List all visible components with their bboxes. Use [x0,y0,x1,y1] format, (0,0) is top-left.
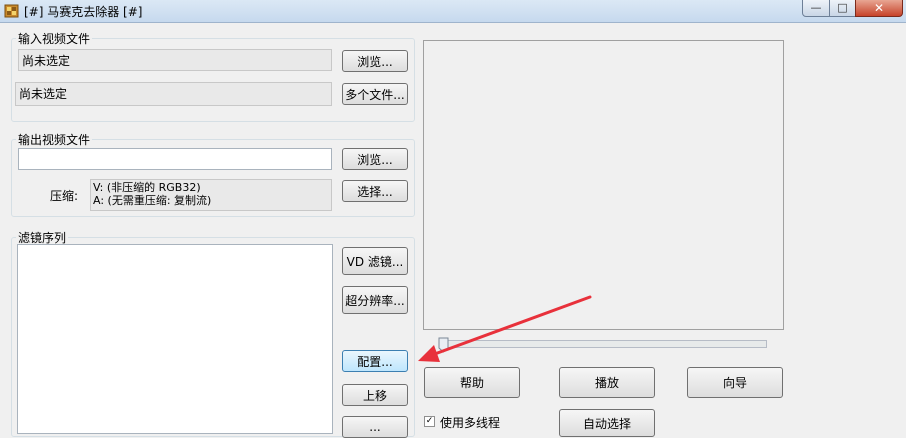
input-file-field-2: 尚未选定 [15,82,332,106]
output-file-input[interactable] [18,148,332,170]
seek-slider-thumb[interactable] [438,337,449,353]
maximize-icon: □ [837,1,848,14]
multiple-files-button[interactable]: 多个文件... [342,83,408,105]
title-bar: [#] 马赛克去除器 [#] — □ ✕ [0,0,906,23]
wizard-button[interactable]: 向导 [687,367,783,398]
compression-select-button[interactable]: 选择... [342,180,408,202]
help-button[interactable]: 帮助 [424,367,520,398]
minimize-icon: — [810,1,822,14]
compression-video: V: (非压缩的 RGB32) [93,181,201,194]
minimize-button[interactable]: — [802,0,830,17]
play-button[interactable]: 播放 [559,367,655,398]
vd-filter-button[interactable]: VD 滤镜... [342,247,408,275]
close-button[interactable]: ✕ [855,0,903,17]
partial-button[interactable]: ... [342,416,408,438]
video-preview [423,40,784,330]
filter-list[interactable] [17,244,333,434]
compression-info: V: (非压缩的 RGB32) A: (无需重压缩: 复制流) [90,179,332,211]
output-browse-button[interactable]: 浏览... [342,148,408,170]
app-icon [4,4,19,18]
input-browse-button[interactable]: 浏览... [342,50,408,72]
maximize-button[interactable]: □ [829,0,856,17]
input-video-group-label: 输入视频文件 [16,30,93,47]
input-file-field-1: 尚未选定 [18,49,332,71]
compression-audio: A: (无需重压缩: 复制流) [93,194,212,207]
super-resolution-button[interactable]: 超分辨率... [342,286,408,314]
multithread-label: 使用多线程 [440,416,501,430]
window-title: [#] 马赛克去除器 [#] [24,5,143,19]
compression-label: 压缩: [50,189,79,203]
seek-slider-track[interactable] [443,340,767,348]
multithread-checkbox[interactable]: ✓ [424,416,435,427]
output-video-group-label: 输出视频文件 [16,131,93,148]
bottom-partial-button[interactable]: 自动选择 [559,409,655,437]
move-up-button[interactable]: 上移 [342,384,408,406]
close-icon: ✕ [873,1,885,15]
configure-button[interactable]: 配置... [342,350,408,372]
